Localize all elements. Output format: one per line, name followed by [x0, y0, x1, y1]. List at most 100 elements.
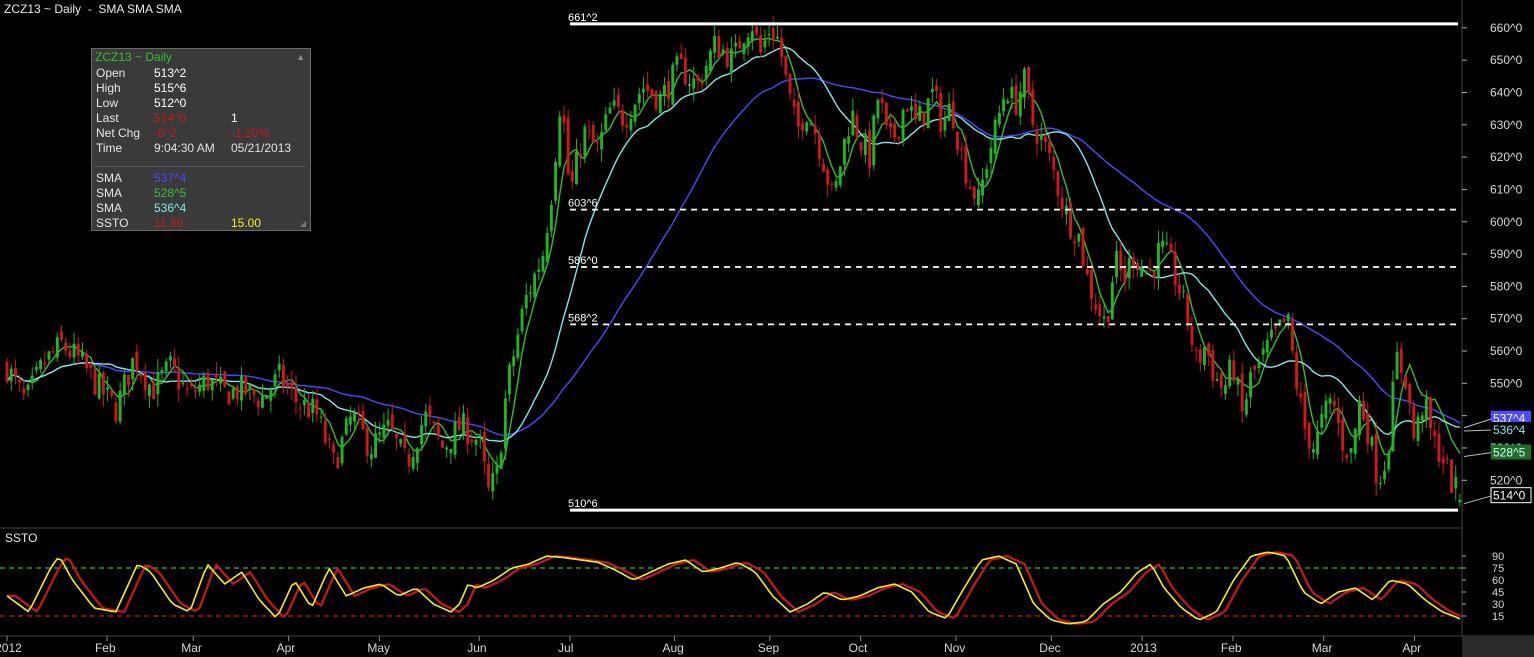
candle-body — [76, 343, 80, 356]
candle-body — [956, 131, 959, 150]
candle-body — [1014, 85, 1018, 115]
candle-body — [453, 422, 457, 455]
candle-body — [771, 28, 775, 41]
candle-body — [256, 400, 260, 408]
collapse-icon[interactable]: ▲ — [296, 52, 305, 62]
row-label: SMA — [96, 171, 123, 185]
candle-body — [939, 93, 943, 132]
candle-body — [943, 118, 947, 131]
candle-body — [240, 375, 243, 401]
candle-body — [910, 106, 913, 111]
resize-grip-icon[interactable]: ◢ — [300, 219, 306, 228]
candle-body — [692, 78, 696, 89]
candle-body — [1445, 458, 1449, 460]
candle-body — [210, 379, 214, 391]
candle-body — [369, 454, 373, 460]
time-tick-label: 2013 — [1130, 641, 1157, 655]
candle-body — [863, 135, 867, 156]
scroll-corner[interactable] — [1462, 636, 1534, 657]
candle-body — [1261, 348, 1265, 355]
candle-body — [738, 40, 742, 49]
candle-body — [1031, 89, 1035, 125]
time-tick-label: Oct — [849, 641, 868, 655]
candle-body — [1010, 86, 1014, 99]
candle-body — [977, 189, 980, 206]
candle-body — [817, 134, 821, 159]
data-window-row: Time 9:04:30 AM 05/21/2013 — [96, 141, 306, 156]
candle-body — [558, 116, 562, 166]
candle-body — [1219, 373, 1223, 389]
candle-body — [1207, 343, 1211, 356]
candle-body — [135, 351, 139, 372]
data-window-panel[interactable]: ZCZ13 ~ Daily ▲ Open 513^2 High 515^6 Low 512… — [91, 48, 311, 231]
candle-body — [47, 351, 51, 360]
candle-body — [118, 390, 122, 422]
candle-body — [420, 425, 423, 445]
candle-body — [374, 433, 377, 458]
candle-body — [499, 452, 503, 470]
candle-body — [1198, 349, 1202, 363]
candle-body — [709, 50, 712, 72]
candle-body — [1311, 449, 1315, 453]
candle-body — [704, 66, 708, 79]
candle-body — [633, 104, 637, 122]
candle-body — [18, 379, 22, 383]
candle-body — [679, 53, 683, 60]
candle-body — [1316, 431, 1319, 455]
candle-body — [1127, 258, 1131, 279]
candle-body — [859, 142, 863, 151]
data-window-row: High 515^6 — [96, 81, 306, 96]
candle-body — [1454, 476, 1458, 489]
candle-body — [809, 124, 813, 126]
candle-body — [55, 337, 59, 358]
candle-body — [951, 101, 955, 129]
candle-body — [386, 419, 390, 426]
candle-body — [667, 80, 670, 100]
row-value: 514^0 — [154, 111, 187, 125]
price-tick-label: 550^0 — [1490, 376, 1523, 390]
candle-body — [930, 88, 934, 93]
candle-body — [177, 369, 181, 390]
candle-body — [72, 343, 76, 358]
candle-body — [261, 396, 264, 408]
row-value: 537^4 — [154, 171, 187, 185]
candle-body — [495, 465, 499, 474]
candle-body — [914, 103, 918, 120]
candle-body — [1282, 318, 1286, 322]
candle-body — [642, 88, 645, 93]
candle-body — [110, 390, 114, 397]
candle-body — [1299, 393, 1303, 398]
candle-body — [508, 364, 511, 395]
candle-body — [1253, 365, 1257, 370]
candle-body — [252, 389, 256, 396]
candle-body — [968, 187, 972, 189]
row-value: 513^2 — [154, 66, 187, 80]
candle-body — [1073, 241, 1077, 244]
row-value: -6^2 — [154, 126, 177, 140]
candle-body — [1286, 314, 1290, 322]
candle-body — [742, 43, 746, 55]
level-label: 568^2 — [568, 312, 598, 324]
data-window-row: Open 513^2 — [96, 66, 306, 81]
time-tick-label: Jul — [558, 641, 573, 655]
candle-body — [503, 398, 507, 449]
row-extra: 05/21/2013 — [231, 141, 292, 155]
candle-body — [868, 130, 871, 168]
candle-body — [554, 162, 557, 201]
candle-body — [22, 388, 26, 395]
price-tick-label: 590^0 — [1490, 247, 1523, 261]
candle-body — [39, 360, 42, 370]
time-tick-label: 2012 — [0, 641, 22, 655]
candle-body — [901, 109, 905, 140]
candle-body — [780, 37, 784, 57]
candle-body — [1186, 293, 1190, 325]
candle-body — [792, 100, 796, 107]
candle-body — [1157, 242, 1160, 278]
candle-body — [843, 138, 846, 165]
time-tick-label: May — [367, 641, 390, 655]
candle-body — [1295, 352, 1299, 390]
candle-body — [1169, 243, 1173, 252]
price-tick-label: 610^0 — [1490, 182, 1523, 196]
candle-body — [1274, 325, 1278, 328]
data-window-row: SMA 537^4 — [96, 171, 306, 186]
